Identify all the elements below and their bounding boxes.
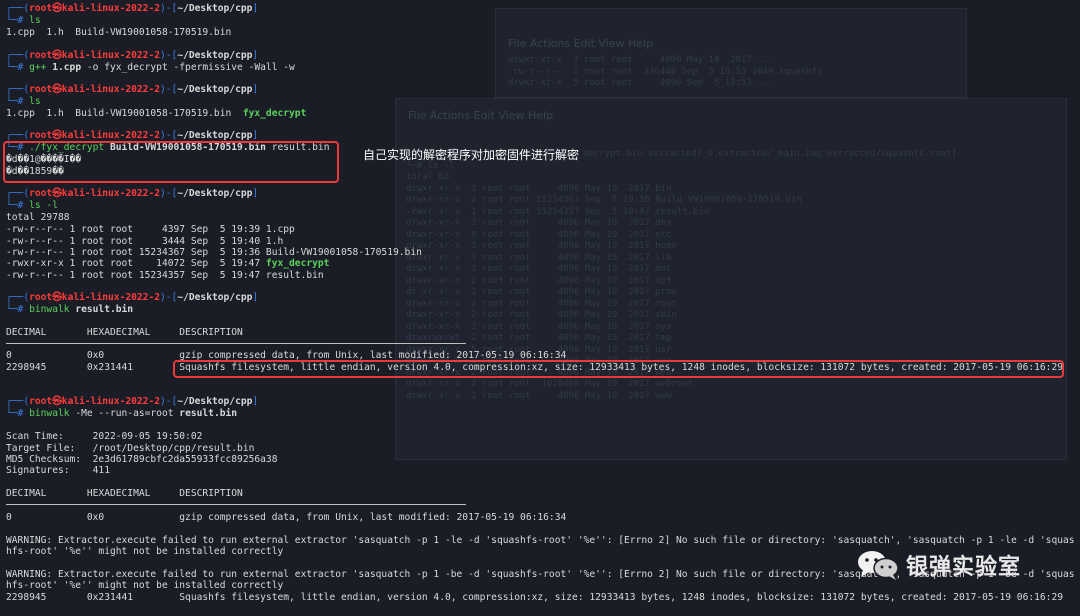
prompt-line: ┌──(root㉿kali-linux-2022-2)-[~/Desktop/c… bbox=[6, 3, 259, 14]
wechat-icon bbox=[858, 551, 899, 580]
output-line: 1.cpp 1.h Build-VW19001058-170519.bin fy… bbox=[6, 108, 307, 119]
prompt-line: ┌──(root㉿kali-linux-2022-2)-[~/Desktop/c… bbox=[6, 50, 259, 61]
divider bbox=[6, 504, 466, 505]
warning-line: hfs-root' '%e'' might not be installed c… bbox=[6, 580, 284, 591]
ls-row: -rwxr-xr-x 1 root root 14072 Sep 5 19:47… bbox=[6, 258, 330, 269]
table-header: DECIMAL HEXADECIMAL DESCRIPTION bbox=[6, 327, 243, 338]
ls-row: -rw-r--r-- 1 root root 15234357 Sep 5 19… bbox=[6, 270, 324, 281]
output-line: total 29788 bbox=[6, 212, 70, 223]
warning-line: hfs-root' '%e'' might not be installed c… bbox=[6, 546, 284, 557]
scan-info: Scan Time: 2022-09-05 19:50:02 bbox=[6, 431, 203, 442]
command-line: └─# binwalk result.bin bbox=[6, 304, 134, 315]
binwalk-row: 0 0x0 gzip compressed data, from Unix, l… bbox=[6, 512, 567, 523]
screenshot: { "prompt":{"open":"┌──(","user":"root㉿k… bbox=[0, 0, 1080, 616]
binwalk-row: 2298945 0x231441 Squashfs filesystem, li… bbox=[6, 592, 1063, 603]
prompt-line: ┌──(root㉿kali-linux-2022-2)-[~/Desktop/c… bbox=[6, 396, 259, 407]
command-line: └─# ls bbox=[6, 96, 41, 107]
command-line: └─# binwalk -Me --run-as=root result.bin bbox=[6, 408, 238, 419]
divider bbox=[6, 343, 466, 344]
table-header: DECIMAL HEXADECIMAL DESCRIPTION bbox=[6, 488, 243, 499]
command-line: └─# g++ 1.cpp -o fyx_decrypt -fpermissiv… bbox=[6, 62, 295, 73]
prompt-line: ┌──(root㉿kali-linux-2022-2)-[~/Desktop/c… bbox=[6, 188, 259, 199]
ls-row: -rw-r--r-- 1 root root 4397 Sep 5 19:39 … bbox=[6, 224, 295, 235]
watermark: 银弹实验室 bbox=[856, 548, 1021, 582]
prompt-line: ┌──(root㉿kali-linux-2022-2)-[~/Desktop/c… bbox=[6, 84, 259, 95]
annotation-text: 自己实现的解密程序对加密固件进行解密 bbox=[363, 148, 580, 162]
terminal[interactable]: ┌──(root㉿kali-linux-2022-2)-[~/Desktop/c… bbox=[0, 0, 1080, 616]
scan-info: Signatures: 411 bbox=[6, 465, 110, 476]
prompt-line: ┌──(root㉿kali-linux-2022-2)-[~/Desktop/c… bbox=[6, 292, 259, 303]
command-line: └─# ls -l bbox=[6, 200, 58, 211]
highlight-box-squashfs bbox=[173, 360, 1064, 378]
watermark-text: 银弹实验室 bbox=[906, 555, 1022, 580]
output-line: 1.cpp 1.h Build-VW19001058-170519.bin bbox=[6, 27, 232, 38]
highlight-box-decrypt bbox=[3, 141, 339, 183]
command-line: └─# ls bbox=[6, 15, 41, 26]
